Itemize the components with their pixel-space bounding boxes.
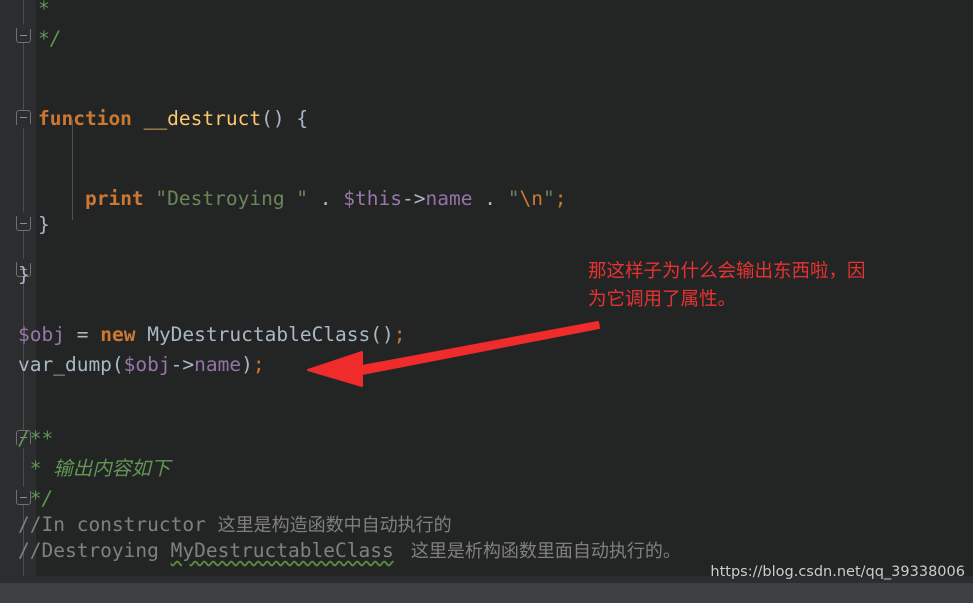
token-semicolon: ; <box>252 353 265 376</box>
status-bar[interactable] <box>0 583 973 603</box>
token-concat-dot: . <box>484 187 496 210</box>
token-quote-close: " <box>542 187 555 210</box>
token-brace-close: } <box>38 213 50 236</box>
csdn-watermark: https://blog.csdn.net/qq_39338006 <box>710 564 965 580</box>
token-docblock-open: /** <box>18 427 54 450</box>
code-line-docblock-text[interactable]: * 输出内容如下 <box>18 452 953 486</box>
token-function-name: __destruct <box>143 107 262 130</box>
fold-marker-1[interactable] <box>16 28 31 43</box>
token-docblock-close: */ <box>18 487 54 510</box>
token-parens: () <box>370 323 394 346</box>
token-variable-obj: $obj <box>123 353 171 376</box>
code-line-obj-assignment[interactable]: $obj = new MyDestructableClass(); <box>18 318 953 352</box>
token-semicolon: ; <box>393 323 406 346</box>
red-annotation-text: 那这样子为什么会输出东西啦，因 为它调用了属性。 <box>588 261 866 310</box>
code-line-docblock-open[interactable]: /** <box>18 422 953 456</box>
token-class-name: MyDestructableClass <box>147 323 371 346</box>
token-line-comment-prefix: //Destroying <box>18 539 171 562</box>
token-object-arrow: -> <box>170 353 195 376</box>
token-keyword-function: function <box>38 107 132 130</box>
token-object-arrow: -> <box>402 187 426 210</box>
token-brace-close: } <box>18 263 30 286</box>
token-comment: */ <box>38 27 62 50</box>
code-line-var-dump[interactable]: var_dump($obj->name); <box>18 348 953 382</box>
token-function-var-dump: var_dump <box>18 353 112 376</box>
token-quote-open: " <box>507 187 520 210</box>
token-variable-obj: $obj <box>18 323 65 346</box>
code-editor-window: * */ function __destruct() { print "Dest… <box>0 0 973 603</box>
token-string-destroying: "Destroying " <box>155 187 309 210</box>
token-semicolon: ; <box>554 187 567 210</box>
token-line-comment-class: MyDestructableClass <box>170 539 394 562</box>
token-property-name: name <box>194 353 242 376</box>
token-docblock-star: * <box>18 457 54 480</box>
token-docblock-text: 输出内容如下 <box>53 457 171 480</box>
token-line-comment-code: //In constructor <box>18 513 218 536</box>
token-brace-open: { <box>296 107 309 130</box>
token-parens: () <box>261 107 285 130</box>
token-keyword-print: print <box>84 187 144 210</box>
token-keyword-new: new <box>100 323 136 346</box>
token-escape-newline: \n <box>519 187 543 210</box>
code-line-comment-close[interactable]: */ <box>38 22 973 56</box>
token-line-comment-chinese: 这里是构造函数中自动执行的 <box>217 515 452 536</box>
token-paren-open: ( <box>111 353 124 376</box>
code-line-function-destruct[interactable]: function __destruct() { <box>38 102 973 136</box>
token-comment: * <box>38 0 50 20</box>
token-variable-this: $this <box>343 187 402 210</box>
code-line-inner-close-brace[interactable]: } <box>38 208 973 242</box>
token-paren-close: ) <box>241 353 253 376</box>
fold-marker-2[interactable] <box>16 110 31 125</box>
token-assign-operator: = <box>76 323 89 346</box>
token-property-name: name <box>425 187 473 210</box>
fold-marker-3[interactable] <box>16 216 31 231</box>
token-line-comment-chinese: 这里是析构函数里面自动执行的。 <box>393 541 681 562</box>
token-concat-dot: . <box>319 187 332 210</box>
